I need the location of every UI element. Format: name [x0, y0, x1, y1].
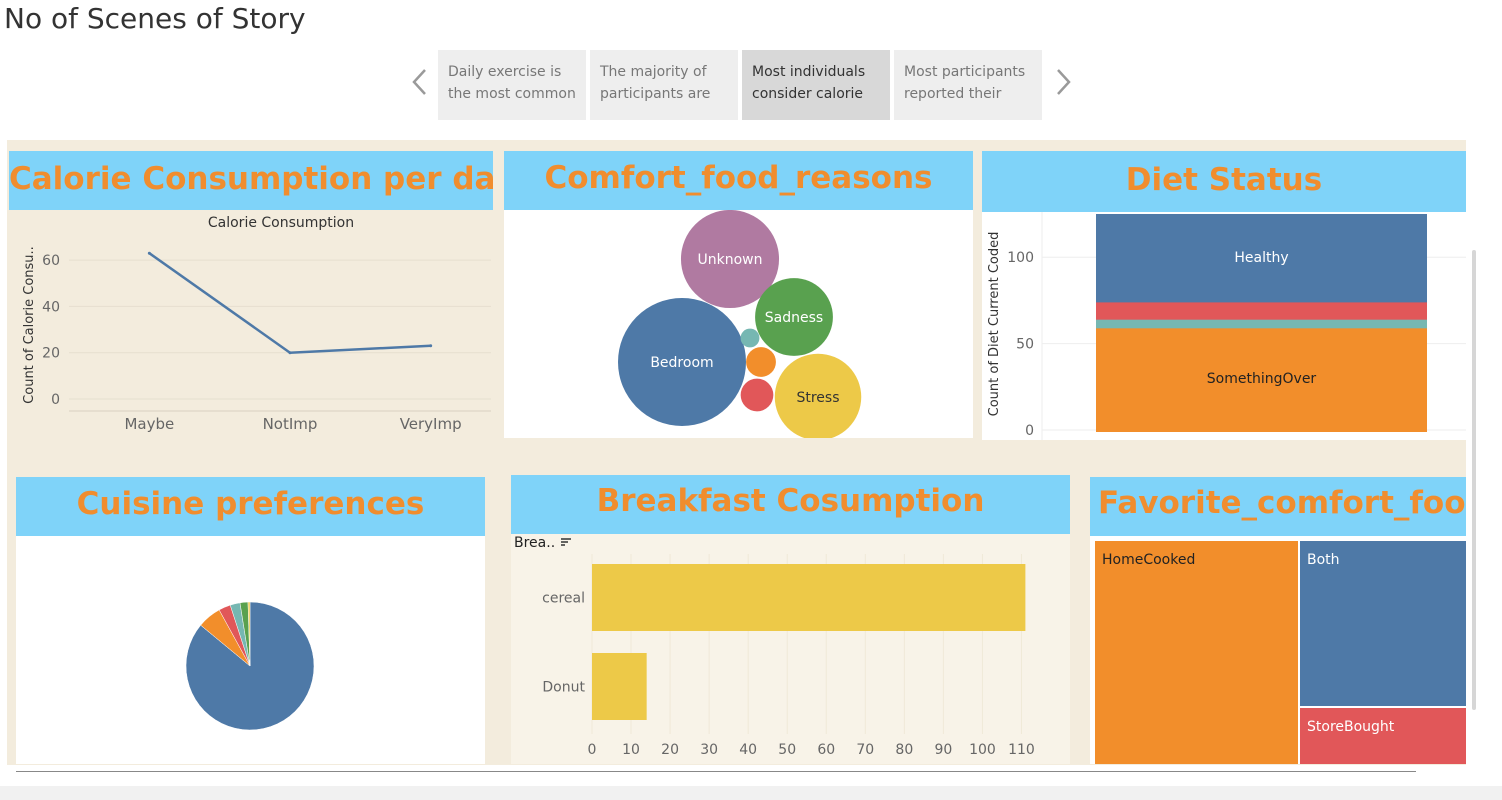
story-point-line1: Most individuals — [752, 64, 866, 80]
x-tick-label: 70 — [856, 742, 874, 758]
comfort-reasons-panel: Comfort_food_reasons Bedroom Unknown Stres… — [504, 151, 973, 438]
treemap-cell — [1300, 708, 1466, 764]
favorite-panel: Favorite_comfort_foods HomeCooked Both Sto… — [1090, 477, 1466, 764]
story-point-line1: Daily exercise is — [448, 64, 562, 80]
series-line — [148, 252, 431, 354]
x-tick-label: 30 — [700, 742, 718, 758]
vertical-scrollbar[interactable] — [1472, 250, 1476, 710]
breakfast-field-label-text: Brea.. — [514, 535, 556, 551]
x-tick-label: 60 — [817, 742, 835, 758]
bubble-label: Stress — [796, 390, 839, 406]
story-point-4[interactable]: Most participants reported their — [894, 50, 1042, 120]
bar — [592, 564, 1026, 631]
x-tick-label: 40 — [739, 742, 757, 758]
x-tick-label: 10 — [622, 742, 640, 758]
x-tick-label: 90 — [934, 742, 952, 758]
story-point-3[interactable]: Most individuals consider calorie — [742, 50, 890, 120]
story-point-line1: Most participants — [904, 64, 1026, 80]
stacked-segment — [1096, 300, 1427, 320]
x-tick-label: VeryImp — [400, 415, 462, 433]
bubble-label: Sadness — [765, 310, 823, 326]
chevron-left-glyph — [412, 69, 426, 95]
data-point — [288, 351, 292, 355]
y-axis-label: Count of Diet Current Coded — [987, 232, 1002, 417]
treemap-label: HomeCooked — [1102, 552, 1195, 568]
bottom-divider — [16, 771, 1416, 772]
y-tick-label: Donut — [542, 680, 585, 696]
breakfast-panel: Breakfast Cosumption Brea.. 0 10 20 30 40 50 6… — [511, 475, 1070, 764]
breakfast-panel-header: Breakfast Cosumption — [511, 475, 1070, 534]
story-title: No of Scenes of Story — [4, 2, 306, 35]
comfort-reasons-bubble-chart[interactable]: Bedroom Unknown Stress Sadness — [504, 210, 973, 438]
sort-descending-icon[interactable] — [560, 537, 572, 547]
y-tick-label: 60 — [42, 253, 60, 269]
favorite-treemap-chart[interactable]: HomeCooked Both StoreBought — [1090, 536, 1466, 764]
breakfast-field-label[interactable]: Brea.. — [514, 535, 572, 551]
diet-panel: Diet Status 0 50 100 SomethingOver Healthy Co… — [982, 151, 1466, 440]
y-axis-label: Count of Calorie Consu.. — [22, 246, 37, 404]
x-tick-label: 110 — [1008, 742, 1035, 758]
story-point-line1: The majority of — [600, 64, 707, 80]
treemap-cell — [1095, 541, 1298, 764]
y-tick-label: 0 — [51, 392, 60, 408]
story-point-line2: consider calorie — [752, 86, 864, 102]
favorite-panel-header: Favorite_comfort_foods — [1090, 477, 1466, 536]
diet-panel-header: Diet Status — [982, 151, 1466, 212]
chevron-right-glyph — [1057, 69, 1071, 95]
x-tick-label: 50 — [778, 742, 796, 758]
calorie-panel: Calorie Consumption per day Calorie Cons… — [9, 151, 493, 438]
y-tick-label: 50 — [1016, 337, 1034, 353]
calorie-panel-header: Calorie Consumption per day — [9, 151, 493, 210]
bubble-label: Unknown — [698, 252, 763, 268]
story-point-line2: reported their — [904, 86, 1002, 102]
bubble-label: Bedroom — [650, 355, 713, 371]
data-point — [429, 344, 433, 348]
story-point-1[interactable]: Daily exercise is the most common — [438, 50, 586, 120]
treemap-label: Both — [1307, 552, 1340, 568]
x-tick-label: 0 — [588, 742, 597, 758]
breakfast-bar-chart[interactable]: 0 10 20 30 40 50 60 70 80 90 100 110 cereal Donut — [511, 554, 1070, 764]
story-point-2[interactable]: The majority of participants are — [590, 50, 738, 120]
y-tick-label: 0 — [1025, 423, 1034, 439]
segment-label: Healthy — [1234, 250, 1288, 266]
calorie-line-chart[interactable]: Calorie Consumption 0 20 40 60 Maybe NotImp Ver… — [9, 210, 493, 438]
chart-title: Calorie Consumption — [208, 215, 354, 231]
x-tick-label: 20 — [661, 742, 679, 758]
chevron-left-icon[interactable] — [405, 66, 435, 106]
x-tick-label: NotImp — [263, 415, 318, 433]
segment-label: SomethingOver — [1207, 371, 1317, 387]
cuisine-panel-header: Cuisine preferences — [16, 477, 485, 536]
y-tick-label: cereal — [542, 591, 585, 607]
y-tick-label: 40 — [42, 299, 60, 315]
y-tick-label: 100 — [1007, 250, 1034, 266]
y-tick-label: 20 — [42, 346, 60, 362]
diet-stacked-bar-chart[interactable]: 0 50 100 SomethingOver Healthy Count of Diet … — [982, 212, 1466, 440]
bubble — [740, 328, 760, 348]
data-point — [147, 251, 151, 255]
treemap-label: StoreBought — [1307, 719, 1395, 735]
bubble — [740, 378, 774, 412]
x-tick-label: 80 — [895, 742, 913, 758]
comfort-reasons-panel-header: Comfort_food_reasons — [504, 151, 973, 210]
cuisine-pie-chart[interactable] — [16, 536, 485, 764]
story-point-line2: the most common — [448, 86, 576, 102]
footer-bar — [0, 786, 1502, 800]
bubble — [746, 347, 776, 377]
chevron-right-icon[interactable] — [1048, 66, 1078, 106]
cuisine-panel: Cuisine preferences — [16, 477, 485, 764]
x-tick-label: 100 — [969, 742, 996, 758]
story-point-line2: participants are — [600, 86, 711, 102]
x-tick-label: Maybe — [124, 415, 174, 433]
bar — [592, 653, 647, 720]
